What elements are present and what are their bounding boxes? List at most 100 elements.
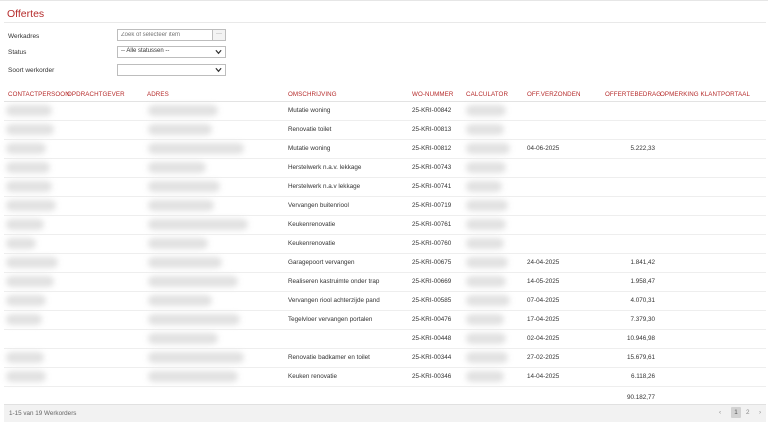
soort-werkorder-select[interactable] bbox=[117, 64, 226, 76]
table-row[interactable]: Mutatie woning 25-KRI-00812 04-06-2025 5.22… bbox=[0, 140, 768, 159]
redacted-cell bbox=[148, 352, 244, 363]
redacted-cell bbox=[6, 105, 52, 116]
col-offertebedrag[interactable]: OFFERTEBEDRAG bbox=[605, 91, 661, 98]
status-selected-value: -- Alle statussen -- bbox=[121, 48, 170, 54]
werkadres-label: Werkadres bbox=[8, 33, 40, 40]
table-row[interactable]: Keukenrenovatie 25-KRI-00761 bbox=[0, 216, 768, 235]
omschrijving-cell: Herstelwerk n.a.v lekkage bbox=[288, 183, 361, 190]
omschrijving-cell: Realiseren kastruimte onder trap bbox=[288, 278, 380, 285]
redacted-cell bbox=[466, 162, 506, 173]
pager-prev-button[interactable]: ‹ bbox=[719, 409, 721, 416]
redacted-cell bbox=[148, 295, 212, 306]
omschrijving-cell: Garagepoort vervangen bbox=[288, 259, 355, 266]
page-title: Offertes bbox=[7, 8, 45, 20]
table-row[interactable]: Realiseren kastruimte onder trap 25-KRI-0… bbox=[0, 273, 768, 292]
omschrijving-cell: Mutatie woning bbox=[288, 145, 331, 152]
wo-nummer-cell: 25-KRI-00476 bbox=[412, 316, 452, 323]
omschrijving-cell: Tegelvloer vervangen portalen bbox=[288, 316, 373, 323]
table-row[interactable]: Renovatie badkamer en toilet 25-KRI-00344… bbox=[0, 349, 768, 368]
col-opdrachtgever[interactable]: OPDRACHTGEVER bbox=[67, 91, 125, 98]
redacted-cell bbox=[466, 124, 504, 135]
wo-nummer-cell: 25-KRI-00760 bbox=[412, 240, 452, 247]
omschrijving-cell: Vervangen riool achterzijde pand bbox=[288, 297, 380, 304]
werkadres-picker-button[interactable]: ··· bbox=[212, 30, 225, 40]
row-divider bbox=[4, 386, 766, 387]
col-omschrijving[interactable]: OMSCHRIJVING bbox=[288, 91, 337, 98]
table-row[interactable]: Tegelvloer vervangen portalen 25-KRI-0047… bbox=[0, 311, 768, 330]
offertebedrag-cell: 5.222,33 bbox=[630, 145, 655, 152]
wo-nummer-cell: 25-KRI-00743 bbox=[412, 164, 452, 171]
table-row[interactable]: Herstelwerk n.a.v. lekkage 25-KRI-00743 bbox=[0, 159, 768, 178]
redacted-cell bbox=[6, 371, 46, 382]
redacted-cell bbox=[6, 238, 36, 249]
wo-nummer-cell: 25-KRI-00344 bbox=[412, 354, 452, 361]
col-opmerking-klantportaal[interactable]: OPMERKING KLANTPORTAAL bbox=[660, 91, 750, 98]
redacted-cell bbox=[6, 352, 44, 363]
table-row[interactable]: Vervangen riool achterzijde pand 25-KRI-0… bbox=[0, 292, 768, 311]
offertebedrag-cell: 7.379,30 bbox=[630, 316, 655, 323]
table-row[interactable]: Keukenrenovatie 25-KRI-00760 bbox=[0, 235, 768, 254]
redacted-cell bbox=[466, 371, 504, 382]
omschrijving-cell: Keuken renovatie bbox=[288, 373, 338, 380]
redacted-cell bbox=[466, 314, 504, 325]
redacted-cell bbox=[6, 162, 50, 173]
total-amount: 90.182,77 bbox=[626, 394, 655, 401]
pager-page-1[interactable]: 1 bbox=[731, 407, 741, 418]
redacted-cell bbox=[148, 105, 218, 116]
redacted-cell bbox=[6, 295, 46, 306]
redacted-cell bbox=[148, 200, 214, 211]
col-calculator[interactable]: CALCULATOR bbox=[466, 91, 508, 98]
table-row[interactable]: Mutatie woning 25-KRI-00842 bbox=[0, 102, 768, 121]
offertebedrag-cell: 1.841,42 bbox=[630, 259, 655, 266]
col-adres[interactable]: ADRES bbox=[147, 91, 169, 98]
redacted-cell bbox=[466, 333, 506, 344]
omschrijving-cell: Keukenrenovatie bbox=[288, 221, 336, 228]
pager-page-2[interactable]: 2 bbox=[746, 409, 750, 416]
offertebedrag-cell: 1.958,47 bbox=[630, 278, 655, 285]
offertebedrag-cell: 10.946,98 bbox=[626, 335, 655, 342]
redacted-cell bbox=[148, 257, 222, 268]
redacted-cell bbox=[466, 200, 508, 211]
table-row[interactable]: Herstelwerk n.a.v lekkage 25-KRI-00741 bbox=[0, 178, 768, 197]
omschrijving-cell: Renovatie toilet bbox=[288, 126, 332, 133]
col-contactpersoon[interactable]: CONTACTPERSOON bbox=[8, 91, 70, 98]
redacted-cell bbox=[6, 276, 54, 287]
wo-nummer-cell: 25-KRI-00669 bbox=[412, 278, 452, 285]
redacted-cell bbox=[6, 200, 56, 211]
wo-nummer-cell: 25-KRI-00585 bbox=[412, 297, 452, 304]
redacted-cell bbox=[6, 257, 58, 268]
omschrijving-cell: Vervangen buitenriool bbox=[288, 202, 349, 209]
table-row[interactable]: 25-KRI-00448 02-04-2025 10.946,98 bbox=[0, 330, 768, 349]
wo-nummer-cell: 25-KRI-00812 bbox=[412, 145, 452, 152]
table-row[interactable]: Keuken renovatie 25-KRI-00346 14-04-2025 6.… bbox=[0, 368, 768, 387]
table-row[interactable]: Renovatie toilet 25-KRI-00813 bbox=[0, 121, 768, 140]
chevron-down-icon bbox=[215, 67, 222, 73]
col-off-verzonden[interactable]: OFF.VERZONDEN bbox=[527, 91, 581, 98]
status-select[interactable]: -- Alle statussen -- bbox=[117, 46, 226, 58]
werkadres-input[interactable] bbox=[118, 30, 213, 40]
offertebedrag-cell: 6.118,26 bbox=[630, 373, 655, 380]
redacted-cell bbox=[6, 143, 46, 154]
werkadres-field[interactable]: ··· bbox=[117, 29, 226, 41]
wo-nummer-cell: 25-KRI-00675 bbox=[412, 259, 452, 266]
table-row[interactable]: Garagepoort vervangen 25-KRI-00675 24-04-2… bbox=[0, 254, 768, 273]
off-verzonden-cell: 14-05-2025 bbox=[527, 278, 560, 285]
redacted-cell bbox=[466, 257, 508, 268]
redacted-cell bbox=[148, 181, 220, 192]
off-verzonden-cell: 27-02-2025 bbox=[527, 354, 560, 361]
redacted-cell bbox=[6, 314, 42, 325]
wo-nummer-cell: 25-KRI-00741 bbox=[412, 183, 452, 190]
pager-next-button[interactable]: › bbox=[759, 409, 761, 416]
redacted-cell bbox=[148, 124, 212, 135]
redacted-cell bbox=[148, 143, 244, 154]
pager-summary: 1-15 van 19 Werkorders bbox=[9, 410, 77, 417]
omschrijving-cell: Keukenrenovatie bbox=[288, 240, 336, 247]
title-divider bbox=[4, 22, 766, 23]
off-verzonden-cell: 04-06-2025 bbox=[527, 145, 560, 152]
col-wo-nummer[interactable]: WO-NUMMER bbox=[412, 91, 453, 98]
wo-nummer-cell: 25-KRI-00719 bbox=[412, 202, 452, 209]
wo-nummer-cell: 25-KRI-00346 bbox=[412, 373, 452, 380]
table-header: CONTACTPERSOON OPDRACHTGEVER ADRES OMSCH… bbox=[0, 91, 768, 101]
wo-nummer-cell: 25-KRI-00842 bbox=[412, 107, 452, 114]
table-row[interactable]: Vervangen buitenriool 25-KRI-00719 bbox=[0, 197, 768, 216]
